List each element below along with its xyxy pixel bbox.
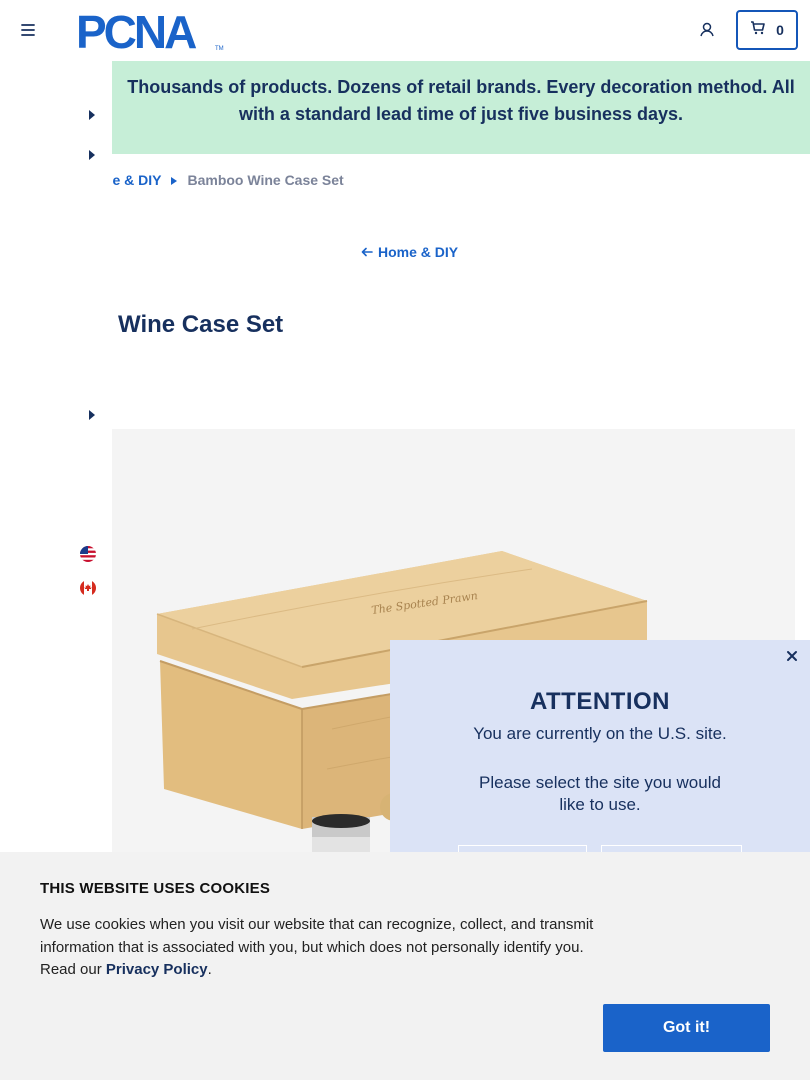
caret-right-icon[interactable] [88,407,96,420]
promo-banner-text: Thousands of products. Dozens of retail … [127,77,795,124]
breadcrumb-current: Bamboo Wine Case Set [187,172,344,188]
got-it-button[interactable]: Got it! [603,1004,770,1052]
cookie-title: THIS WEBSITE USES COOKIES [40,880,271,897]
page-title: Wine Case Set [118,311,284,338]
cookie-text: We use cookies when you visit our websit… [40,914,610,982]
cart-icon [750,20,766,41]
logo-text: PCNA [76,10,196,52]
user-icon[interactable] [697,20,717,40]
arrow-left-icon [361,244,373,260]
canada-flag-icon[interactable] [80,580,96,596]
back-to-category-link[interactable]: Home & DIY [361,244,458,260]
us-flag-icon[interactable] [80,546,96,562]
cookie-text-end: . [207,961,212,978]
site-select-modal: ATTENTION You are currently on the U.S. … [390,640,810,885]
back-link-label: Home & DIY [378,244,459,260]
caret-right-icon[interactable] [88,147,96,160]
caret-right-icon[interactable] [88,107,96,120]
menu-icon[interactable] [18,20,38,40]
privacy-policy-link[interactable]: Privacy Policy [106,961,208,978]
site-header: PCNA TM 0 [0,0,810,61]
breadcrumb: me & DIY Bamboo Wine Case Set [100,172,344,188]
close-icon[interactable] [784,648,800,664]
cart-count: 0 [776,22,784,38]
modal-select-text: Please select the site you would like to… [479,773,721,814]
caret-right-icon [171,172,178,188]
cart-button[interactable]: 0 [736,10,798,50]
modal-title: ATTENTION [529,688,671,715]
pcna-logo[interactable]: PCNA TM [76,6,226,58]
modal-current-site-text: You are currently on the U.S. site. [473,724,727,743]
cookie-banner: THIS WEBSITE USES COOKIES We use cookies… [0,852,810,1080]
promo-banner: Thousands of products. Dozens of retail … [95,61,810,154]
svg-text:TM: TM [215,46,224,52]
